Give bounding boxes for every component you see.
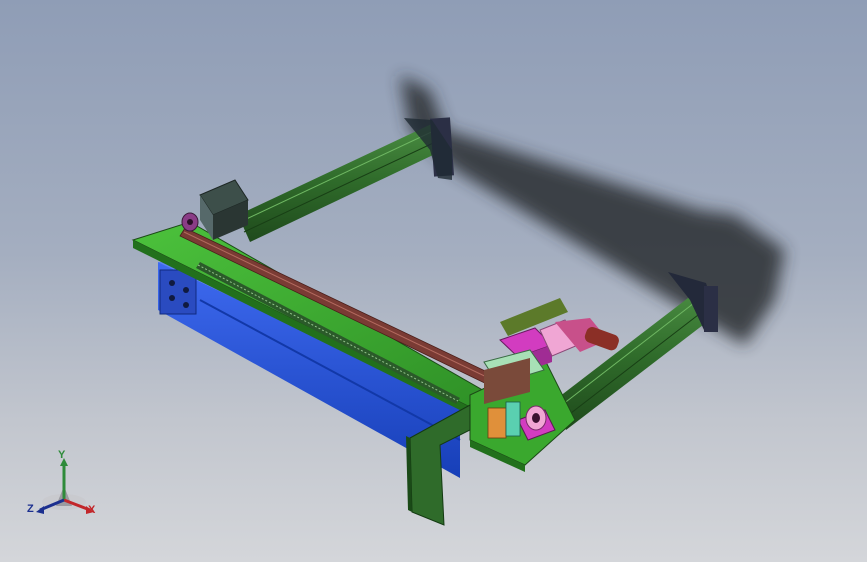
y-axis-label: Y bbox=[58, 449, 66, 461]
x-axis-label: X bbox=[88, 504, 96, 516]
stepper-motor[interactable] bbox=[181, 179, 249, 240]
rear-linear-rail[interactable] bbox=[238, 117, 454, 242]
graphics-viewport[interactable]: Y Z X bbox=[0, 0, 867, 562]
assembly-model[interactable] bbox=[0, 0, 867, 562]
orientation-triad: Y Z X bbox=[26, 448, 106, 524]
model-shadow bbox=[400, 75, 785, 345]
z-axis-label: Z bbox=[27, 503, 34, 515]
